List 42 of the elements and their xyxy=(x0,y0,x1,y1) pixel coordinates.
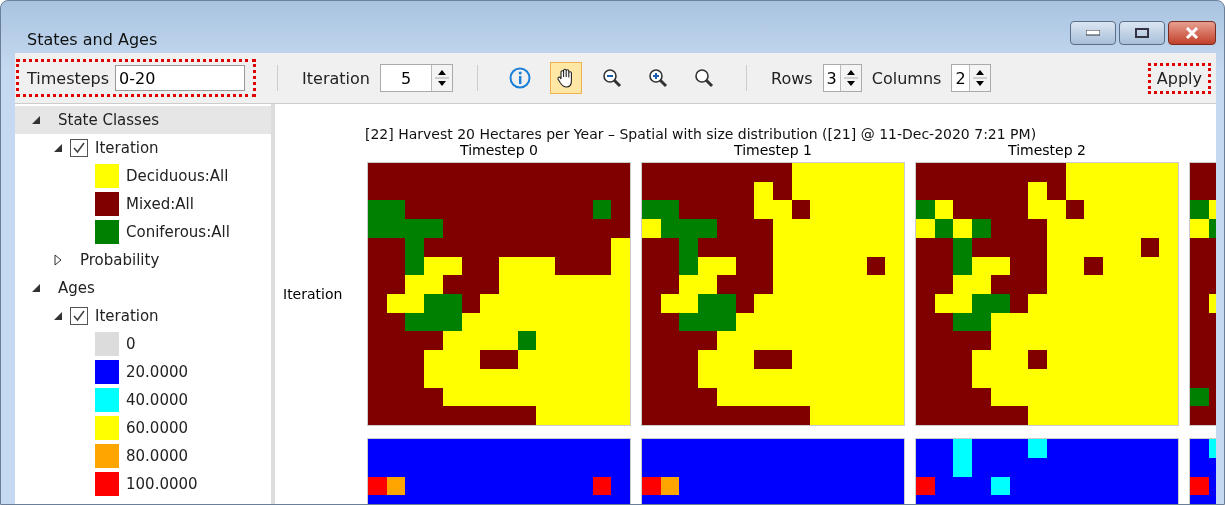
maximize-icon xyxy=(1135,28,1149,38)
tree-item[interactable]: Mixed:All xyxy=(15,190,271,218)
timesteps-label: Timesteps xyxy=(27,68,110,88)
tree-item[interactable]: State Classes xyxy=(15,106,271,134)
row-label: Iteration xyxy=(282,285,344,302)
tree-item[interactable]: Probability xyxy=(15,246,271,274)
tree-item[interactable]: Ages xyxy=(15,274,271,302)
rows-spinner[interactable]: 3 xyxy=(822,64,862,92)
apply-button[interactable]: Apply xyxy=(1150,65,1208,91)
rows-label: Rows xyxy=(771,68,813,88)
search-icon xyxy=(693,67,715,89)
columns-label: Columns xyxy=(871,68,942,88)
tree-item[interactable]: 60.0000 xyxy=(15,414,271,442)
timestep-label: Timestep 0 xyxy=(460,142,538,160)
checkbox[interactable] xyxy=(70,307,88,325)
tree-item[interactable]: 20.0000 xyxy=(15,358,271,386)
checkbox[interactable] xyxy=(70,139,88,157)
tree-item[interactable]: 40.0000 xyxy=(15,386,271,414)
pan-tool-button[interactable] xyxy=(550,62,582,94)
window-title: States and Ages xyxy=(26,30,159,49)
timestep-label: Timestep 1 xyxy=(734,142,812,160)
tree-item[interactable]: Iteration xyxy=(15,302,271,330)
info-icon xyxy=(509,67,531,89)
timesteps-field[interactable]: 0-20 xyxy=(115,65,246,91)
maximize-button[interactable] xyxy=(1119,21,1165,45)
map-title: [22] Harvest 20 Hectares per Year – Spatial with size distribution ([21] @ 11-Dec-2020 7:21 PM) xyxy=(364,126,1038,142)
columns-spinner[interactable]: 2 xyxy=(951,64,991,92)
tree-item[interactable]: 100.0000 xyxy=(15,470,271,498)
tree-item[interactable]: Iteration xyxy=(15,134,271,162)
zoom-out-icon xyxy=(601,67,623,89)
tree-item[interactable]: Coniferous:All xyxy=(15,218,271,246)
tree-item[interactable]: 80.0000 xyxy=(15,442,271,470)
zoom-in-icon xyxy=(647,67,669,89)
timestep-label: Timestep 2 xyxy=(1008,142,1086,160)
minimize-icon xyxy=(1086,30,1100,36)
iteration-label: Iteration xyxy=(302,68,370,88)
tree-item[interactable]: Deciduous:All xyxy=(15,162,271,190)
minimize-button[interactable] xyxy=(1070,21,1116,45)
close-button[interactable] xyxy=(1168,21,1216,45)
iteration-spinner[interactable]: 5 xyxy=(380,64,453,92)
close-icon xyxy=(1185,27,1199,39)
tree-item[interactable]: 0 xyxy=(15,330,271,358)
